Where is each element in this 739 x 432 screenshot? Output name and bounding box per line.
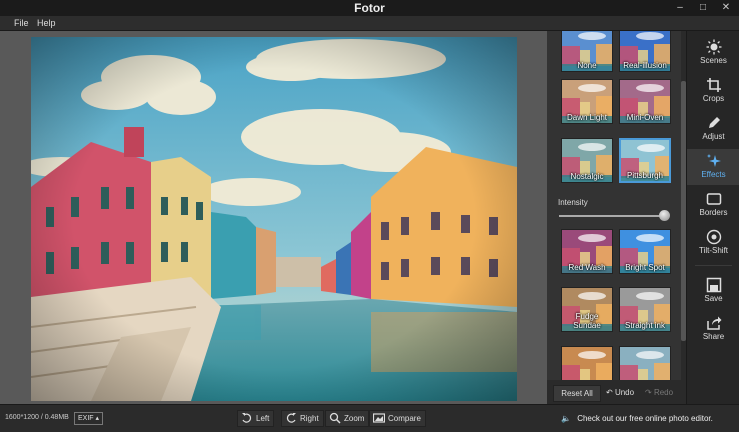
exif-label: EXIF xyxy=(78,415,94,422)
effect-preview-image xyxy=(620,347,670,380)
tool-adjust[interactable]: Adjust xyxy=(687,111,739,147)
effect-thumbnail-label: Fudge Sundae xyxy=(573,312,601,330)
close-button[interactable]: ✕ xyxy=(719,1,733,15)
undo-icon: ↶ xyxy=(606,388,613,397)
tool-share[interactable]: Share xyxy=(687,311,739,347)
caret-up-icon: ▴ xyxy=(95,415,100,422)
effect-thumbnail-label: Bright Spot xyxy=(625,263,665,272)
intensity-fill xyxy=(559,215,664,217)
undo-label: Undo xyxy=(614,388,635,397)
tool-label: Share xyxy=(702,332,725,341)
effect-thumbnail-label: Dawn Light xyxy=(566,113,608,122)
effect-thumbnail[interactable]: Dawn Light xyxy=(561,79,613,124)
tool-label: Borders xyxy=(699,208,728,217)
canvas-area[interactable] xyxy=(0,31,547,404)
tool-label: Save xyxy=(704,294,723,303)
sun-icon xyxy=(706,39,721,55)
rotate-left-label: Left xyxy=(256,414,270,423)
share-icon xyxy=(706,316,721,330)
rotate-left-icon xyxy=(242,413,252,423)
intensity-knob[interactable] xyxy=(658,210,670,221)
tool-tilt-shift[interactable]: Tilt-Shift xyxy=(687,225,739,261)
compare-button[interactable]: Compare xyxy=(369,410,426,427)
status-bar: 1600*1200 / 0.48MB EXIF ▴ Left Right Zoo… xyxy=(0,404,739,432)
effect-thumbnail-label: Nostalgic xyxy=(570,172,604,181)
tool-label: Effects xyxy=(701,170,726,179)
tool-borders[interactable]: Borders xyxy=(687,187,739,223)
compare-icon xyxy=(372,413,386,423)
effect-thumbnail-label: Mini-Oven xyxy=(626,113,664,122)
effect-thumbnail[interactable]: Bright Spot xyxy=(619,229,671,274)
effect-thumbnail[interactable]: Pittsburgh xyxy=(619,138,671,183)
panel-actions: Reset All ↶ Undo ↷ Redo xyxy=(547,380,686,404)
save-icon xyxy=(706,277,721,293)
exif-button[interactable]: EXIF ▴ xyxy=(74,412,104,425)
intensity-slider[interactable] xyxy=(559,210,670,221)
effect-thumbnail[interactable]: None xyxy=(561,31,613,72)
redo-label: Redo xyxy=(653,388,674,397)
tool-label: Crops xyxy=(702,94,725,103)
venice-canal-photo xyxy=(31,37,517,401)
tool-label: Tilt-Shift xyxy=(698,246,729,255)
redo-button[interactable]: ↷ Redo xyxy=(645,385,673,400)
target-icon xyxy=(706,229,721,245)
zoom-button[interactable]: Zoom xyxy=(325,410,370,427)
intensity-label: Intensity xyxy=(558,198,588,207)
speaker-icon: 🔈 xyxy=(561,414,571,423)
crop-icon xyxy=(706,78,721,92)
effect-thumbnail-label: Pittsburgh xyxy=(626,171,664,180)
image-dimensions: 1600*1200 / 0.48MB xyxy=(5,414,69,421)
rotate-right-button[interactable]: Right xyxy=(281,410,324,427)
minimize-button[interactable]: – xyxy=(673,1,687,15)
effect-preview-image xyxy=(562,347,612,380)
tool-save[interactable]: Save xyxy=(687,273,739,309)
toolbar-divider xyxy=(695,265,732,266)
effect-thumbnail-label: Straight ink xyxy=(624,321,666,330)
reset-all-button[interactable]: Reset All xyxy=(553,385,601,402)
tool-sidebar: Scenes Crops Adjust Effects Borders Tilt… xyxy=(686,31,739,404)
effect-thumbnail[interactable]: Nostalgic xyxy=(561,138,613,183)
effect-thumbnail[interactable]: Mini-Oven xyxy=(619,79,671,124)
border-icon xyxy=(706,193,721,205)
tool-crops[interactable]: Crops xyxy=(687,73,739,109)
zoom-label: Zoom xyxy=(344,414,365,423)
effect-thumbnail[interactable] xyxy=(619,346,671,380)
effect-thumbnail[interactable]: Real-illusion xyxy=(619,31,671,72)
menu-help[interactable]: Help xyxy=(37,16,56,30)
effect-thumbnail[interactable] xyxy=(561,346,613,380)
zoom-icon xyxy=(329,412,341,424)
promo-link[interactable]: 🔈 Check out our free online photo editor… xyxy=(561,414,713,423)
effect-thumbnail-label: None xyxy=(577,61,597,70)
rotate-right-icon xyxy=(286,413,296,423)
rotate-left-button[interactable]: Left xyxy=(237,410,275,427)
sparkle-icon xyxy=(706,154,721,167)
menu-file[interactable]: File xyxy=(14,16,29,30)
effect-thumbnail[interactable]: Fudge Sundae xyxy=(561,287,613,332)
window-title: Fotor xyxy=(354,1,385,15)
compare-label: Compare xyxy=(388,414,421,423)
redo-icon: ↷ xyxy=(645,388,652,397)
tool-scenes[interactable]: Scenes xyxy=(687,35,739,71)
tool-label: Scenes xyxy=(700,56,727,65)
tool-label: Adjust xyxy=(702,132,725,141)
undo-button[interactable]: ↶ Undo xyxy=(606,385,634,400)
title-bar: Fotor – □ ✕ xyxy=(0,0,739,16)
rotate-right-label: Right xyxy=(300,414,319,423)
photo-preview[interactable] xyxy=(31,37,517,401)
pencil-icon xyxy=(708,117,720,128)
menu-bar: File Help xyxy=(0,16,739,31)
promo-text: Check out our free online photo editor. xyxy=(577,414,713,423)
effect-thumbnail[interactable]: Straight ink xyxy=(619,287,671,332)
effect-thumbnail-label: Red Wash xyxy=(568,263,606,272)
tool-effects[interactable]: Effects xyxy=(687,149,739,185)
effect-thumbnail-label: Real-illusion xyxy=(623,61,667,70)
maximize-button[interactable]: □ xyxy=(696,1,710,15)
effect-thumbnail[interactable]: Red Wash xyxy=(561,229,613,274)
